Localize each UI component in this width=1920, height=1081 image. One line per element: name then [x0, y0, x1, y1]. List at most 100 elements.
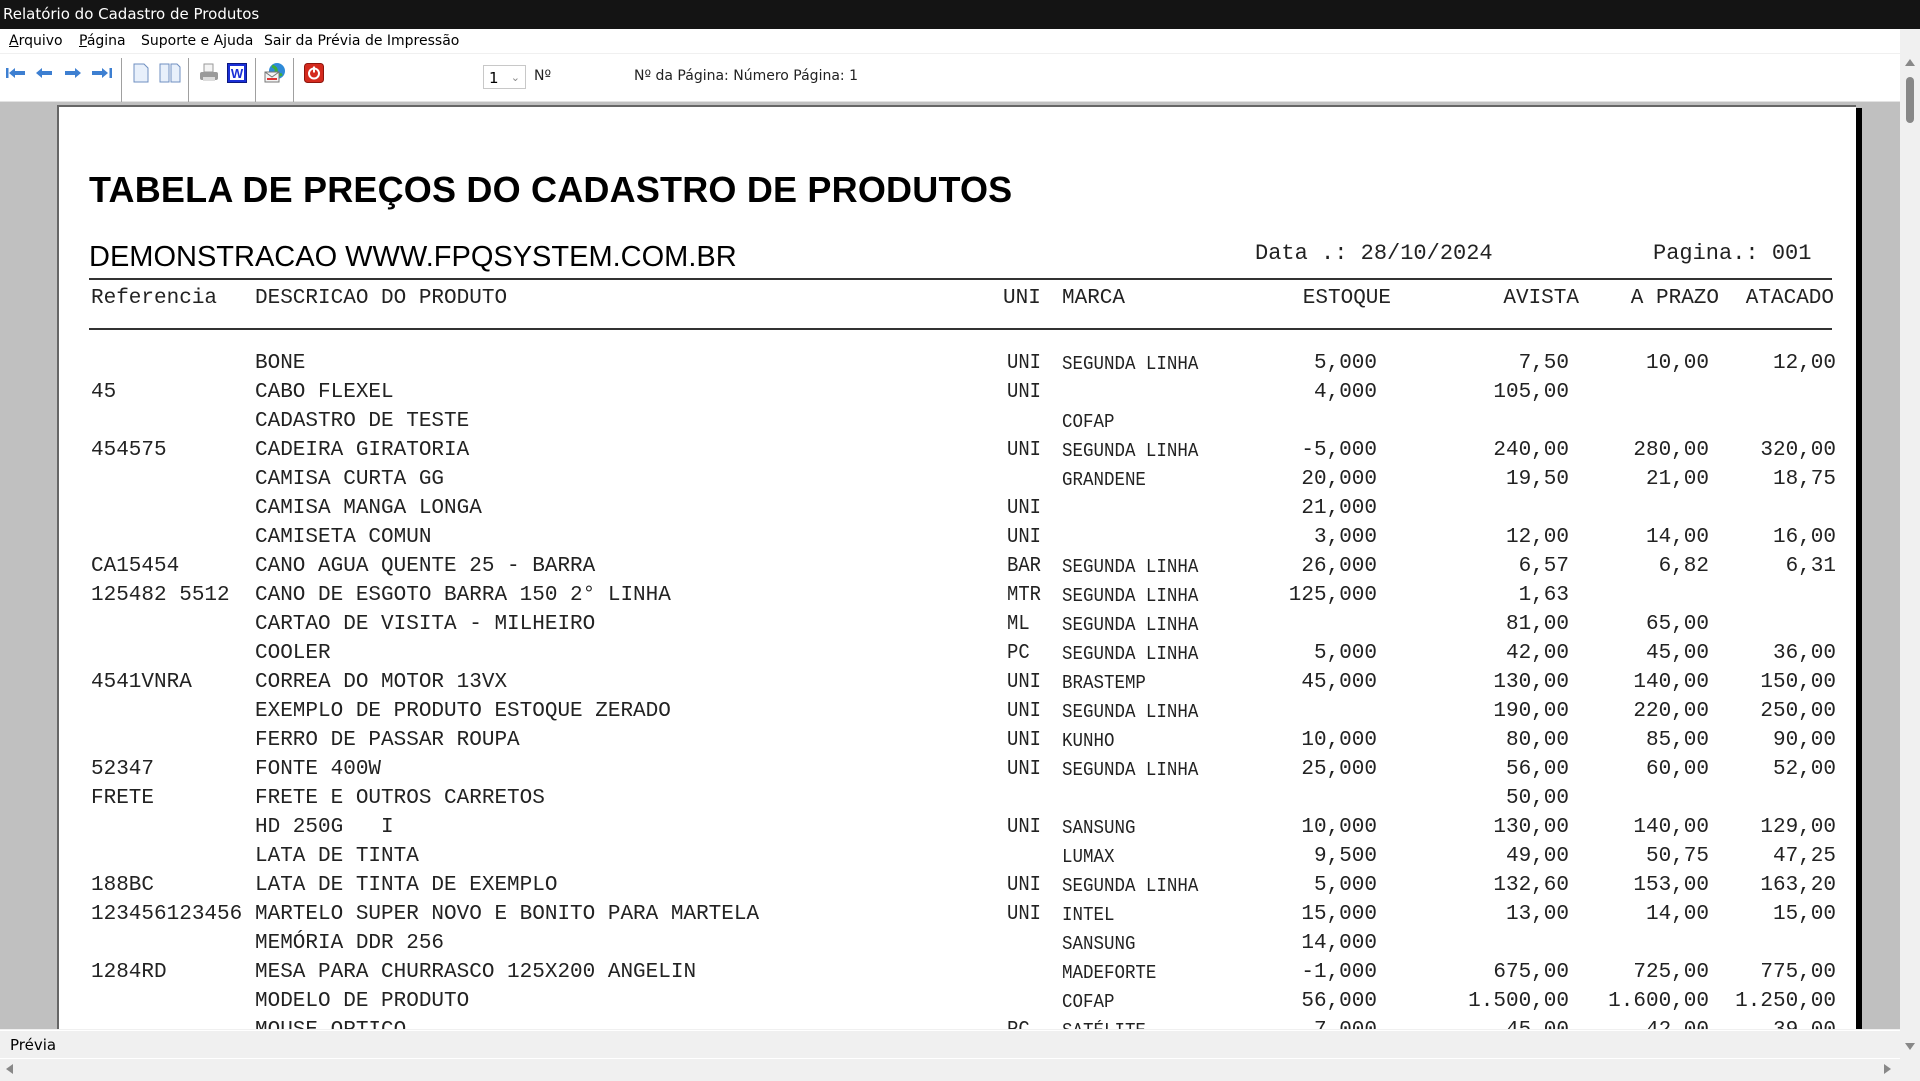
cell-desc: CANO AGUA QUENTE 25 - BARRA: [255, 555, 596, 578]
cell-aprazo: 45,00: [1645, 642, 1709, 665]
table-row: 1284RD MESA PARA CHURRASCO 125X200 ANGELI…: [59, 961, 1849, 990]
column-header-rule: [89, 328, 1832, 330]
table-row: EXEMPLO DE PRODUTO ESTOQUE ZERADO UNI SEGU…: [59, 700, 1849, 729]
cell-estoque: 5,000: [1313, 874, 1377, 897]
table-row: 454575 CADEIRA GIRATORIA UNI SEGUNDA LINHA -…: [59, 439, 1849, 468]
cell-atacado: 150,00: [1760, 671, 1836, 694]
scroll-up-icon[interactable]: [1905, 59, 1915, 66]
cell-uni: PC: [1007, 1019, 1057, 1029]
col-header-ref: Referencia: [91, 287, 218, 310]
two-page-icon: [159, 63, 181, 83]
page-info: Nº da Página: Número Página: 1: [634, 68, 858, 84]
scroll-right-icon[interactable]: [1884, 1064, 1891, 1074]
cell-estoque: 9,500: [1313, 845, 1377, 868]
status-bar: Prévia: [0, 1030, 1900, 1058]
cell-aprazo: 85,00: [1645, 729, 1709, 752]
cell-aprazo: 14,00: [1645, 903, 1709, 926]
menu-sair-previa[interactable]: Sair da Prévia de Impressão: [264, 29, 459, 53]
scroll-down-icon[interactable]: [1905, 1043, 1915, 1050]
vertical-scroll-thumb[interactable]: [1906, 77, 1914, 123]
cell-avista: 1.500,00: [1468, 990, 1569, 1013]
previous-page-button[interactable]: [33, 62, 55, 84]
cell-atacado: 18,75: [1772, 468, 1836, 491]
two-page-view-button[interactable]: [159, 62, 181, 84]
cell-aprazo: 50,75: [1645, 845, 1709, 868]
col-header-atacado: ATACADO: [1745, 287, 1834, 310]
last-page-button[interactable]: [91, 62, 113, 84]
menu-suporte-ajuda[interactable]: Suporte e Ajuda: [141, 29, 253, 53]
cell-uni: UNI: [1007, 758, 1042, 781]
table-row: 45 CABO FLEXEL UNI 4,000 105,00: [59, 381, 1849, 410]
cell-atacado: 129,00: [1760, 816, 1836, 839]
cell-marca: SEGUNDA LINHA: [1062, 440, 1199, 462]
menu-arquivo-accel: A: [9, 33, 19, 49]
table-row: MODELO DE PRODUTO COFAP 56,000 1.500,00 1.60…: [59, 990, 1849, 1019]
word-icon: W: [227, 63, 247, 83]
cell-uni: UNI: [1007, 700, 1042, 723]
table-row: CARTAO DE VISITA - MILHEIRO ML SEGUNDA LIN…: [59, 613, 1849, 642]
cell-marca: SEGUNDA LINHA: [1062, 614, 1199, 636]
menu-arquivo[interactable]: Arquivo: [9, 29, 63, 53]
cell-estoque: -1,000: [1301, 961, 1377, 984]
cell-estoque: 3,000: [1313, 526, 1377, 549]
cell-atacado: 90,00: [1772, 729, 1836, 752]
send-email-button[interactable]: [264, 62, 286, 84]
cell-ref: CA15454: [91, 555, 180, 578]
cell-estoque: 4,000: [1313, 381, 1377, 404]
table-row: CAMISA MANGA LONGA UNI 21,000: [59, 497, 1849, 526]
vertical-scrollbar[interactable]: [1900, 53, 1920, 1050]
horizontal-scrollbar[interactable]: [0, 1058, 1900, 1081]
menu-pagina-accel: P: [79, 33, 87, 49]
cell-desc: MEMÓRIA DDR 256: [255, 932, 445, 955]
single-page-view-button[interactable]: [130, 62, 152, 84]
cell-desc: BONE: [255, 352, 306, 375]
cell-desc: MOUSE OPTICO: [255, 1019, 995, 1029]
cell-marca: MADEFORTE: [1062, 962, 1157, 984]
cell-atacado: 320,00: [1760, 439, 1836, 462]
first-page-button[interactable]: [5, 62, 27, 84]
table-row: CAMISETA COMUN UNI 3,000 12,00 14,00 16,00: [59, 526, 1849, 555]
export-word-button[interactable]: W: [226, 62, 248, 84]
cell-aprazo: 60,00: [1645, 758, 1709, 781]
cell-estoque: -5,000: [1301, 439, 1377, 462]
cell-aprazo: 280,00: [1633, 439, 1709, 462]
cell-desc: CAMISETA COMUN: [255, 526, 432, 549]
cell-marca: SEGUNDA LINHA: [1062, 759, 1199, 781]
power-icon: [304, 63, 324, 83]
table-row: FERRO DE PASSAR ROUPA UNI KUNHO 10,000 80,00…: [59, 729, 1849, 758]
cell-marca: KUNHO: [1062, 730, 1115, 752]
cell-marca: SEGUNDA LINHA: [1062, 585, 1199, 607]
cell-uni: UNI: [1007, 874, 1042, 897]
last-page-icon: [92, 68, 112, 78]
cell-desc: CANO DE ESGOTO BARRA 150 2° LINHA: [255, 584, 671, 607]
cell-desc: LATA DE TINTA DE EXEMPLO: [255, 874, 558, 897]
window-title: Relatório do Cadastro de Produtos: [3, 5, 260, 23]
cell-avista: 49,00: [1505, 845, 1569, 868]
next-page-button[interactable]: [62, 62, 84, 84]
cell-marca: SEGUNDA LINHA: [1062, 643, 1199, 665]
cell-marca: SEGUNDA LINHA: [1062, 875, 1199, 897]
print-button[interactable]: [198, 62, 220, 84]
cell-estoque: 10,000: [1301, 816, 1377, 839]
svg-text:W: W: [231, 66, 244, 81]
cell-estoque: 125,000: [1288, 584, 1377, 607]
close-preview-button[interactable]: [303, 62, 325, 84]
table-row: COOLER PC SEGUNDA LINHA 5,000 42,00 45,00 36,0…: [59, 642, 1849, 671]
cell-marca: SEGUNDA LINHA: [1062, 353, 1199, 375]
cell-aprazo: 14,00: [1645, 526, 1709, 549]
cell-aprazo: 42,00: [1569, 1019, 1709, 1029]
cell-desc: MESA PARA CHURRASCO 125X200 ANGELIN: [255, 961, 697, 984]
cell-avista: 19,50: [1505, 468, 1569, 491]
cell-avista: 7,50: [1518, 352, 1569, 375]
col-header-avista: AVISTA: [1503, 287, 1579, 310]
report-date: Data .: 28/10/2024: [1255, 241, 1493, 266]
cell-desc: MODELO DE PRODUTO: [255, 990, 470, 1013]
cell-uni: MTR: [1007, 584, 1042, 607]
cell-avista: 132,60: [1493, 874, 1569, 897]
cell-aprazo: 153,00: [1633, 874, 1709, 897]
menu-pagina[interactable]: Página: [79, 29, 126, 53]
toolbar-separator: [255, 58, 256, 102]
cell-avista: 45,00: [1399, 1019, 1569, 1029]
scroll-left-icon[interactable]: [6, 1064, 13, 1074]
page-number-select[interactable]: 1 ⌄: [483, 65, 526, 89]
